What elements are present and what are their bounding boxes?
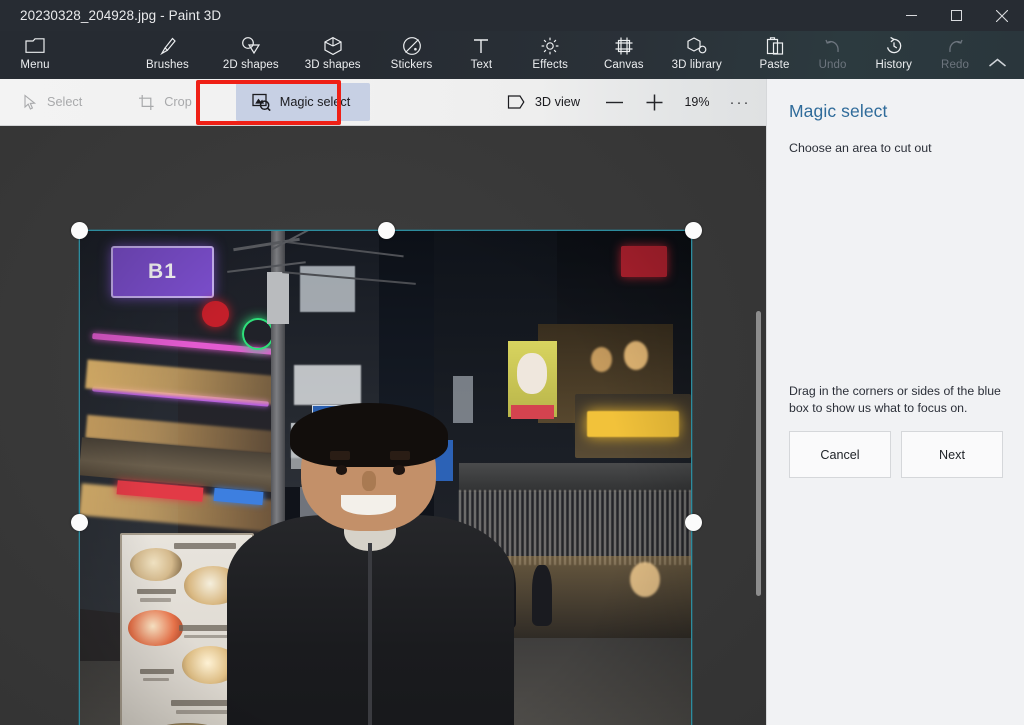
ribbon-item-menu[interactable]: Menu: [12, 31, 58, 79]
ribbon-label-history: History: [875, 59, 912, 71]
ribbon-label-brushes: Brushes: [146, 59, 189, 71]
effects-icon: [540, 35, 560, 57]
ribbon-item-history[interactable]: History: [868, 31, 920, 79]
selection-handle-top-right[interactable]: [685, 222, 702, 239]
paste-icon: [766, 35, 784, 57]
ribbon-item-undo: Undo: [810, 31, 856, 79]
redo-icon: [945, 35, 965, 57]
next-button[interactable]: Next: [901, 431, 1003, 478]
ribbon-item-canvas[interactable]: Canvas: [596, 31, 652, 79]
select-label: Select: [47, 95, 83, 109]
undo-icon: [823, 35, 843, 57]
magic-select-button[interactable]: Magic select: [235, 83, 371, 121]
canvas-area[interactable]: B1: [0, 126, 766, 725]
more-options-button[interactable]: ···: [720, 84, 760, 120]
brush-icon: [157, 35, 177, 57]
ribbon-label-canvas: Canvas: [604, 59, 644, 71]
panel-hint: Drag in the corners or sides of the blue…: [789, 384, 1001, 415]
zoom-percentage[interactable]: 19%: [674, 95, 720, 109]
panel-title: Magic select: [789, 101, 888, 121]
ribbon-label-3d-shapes: 3D shapes: [304, 59, 361, 71]
minimize-button[interactable]: [889, 0, 934, 31]
ribbon-label-effects: Effects: [532, 59, 569, 71]
ribbon-label-menu: Menu: [20, 59, 50, 71]
2d-shapes-icon: [240, 35, 262, 57]
maximize-button[interactable]: [934, 0, 979, 31]
ribbon-collapse-button[interactable]: [978, 31, 1016, 79]
window-controls: [889, 0, 1024, 31]
ribbon-item-3d-library[interactable]: 3D library: [664, 31, 730, 79]
tool-options-bar: Select Crop Magic select 3D view 19% ···: [0, 79, 766, 126]
ribbon-item-brushes[interactable]: Brushes: [138, 31, 197, 79]
panel-buttons: Cancel Next: [789, 431, 1003, 478]
3d-shapes-icon: [323, 35, 343, 57]
zoom-in-button[interactable]: [634, 84, 674, 120]
select-cursor-icon: [22, 93, 38, 111]
crop-button[interactable]: Crop: [124, 84, 206, 120]
ribbon-label-text: Text: [470, 59, 493, 71]
ribbon-item-2d-shapes[interactable]: 2D shapes: [215, 31, 287, 79]
ribbon-item-text[interactable]: Text: [458, 31, 504, 79]
3d-view-icon: [507, 94, 526, 110]
select-button[interactable]: Select: [8, 84, 96, 120]
menu-icon: [25, 35, 45, 57]
ribbon-item-stickers[interactable]: Stickers: [383, 31, 441, 79]
ribbon-item-paste[interactable]: Paste: [752, 31, 798, 79]
canvas-photo: B1: [80, 231, 691, 725]
paint3d-window: 20230328_204928.jpg - Paint 3D Menu Brus…: [0, 0, 1024, 725]
window-title: 20230328_204928.jpg - Paint 3D: [20, 8, 222, 23]
chevron-up-icon: [988, 52, 1007, 74]
selection-handle-middle-left[interactable]: [71, 514, 88, 531]
vertical-scrollbar[interactable]: [756, 311, 761, 596]
stickers-icon: [402, 35, 422, 57]
history-icon: [884, 35, 904, 57]
ribbon-item-3d-shapes[interactable]: 3D shapes: [297, 31, 369, 79]
selection-handle-top-center[interactable]: [378, 222, 395, 239]
ribbon-label-undo: Undo: [818, 59, 847, 71]
title-bar: 20230328_204928.jpg - Paint 3D: [0, 0, 1024, 31]
3d-view-label: 3D view: [534, 95, 580, 109]
ribbon-label-paste: Paste: [759, 59, 790, 71]
canvas-icon: [614, 35, 634, 57]
ribbon-label-2d-shapes: 2D shapes: [222, 59, 279, 71]
crop-label: Crop: [164, 95, 192, 109]
selection-handle-top-left[interactable]: [71, 222, 88, 239]
crop-icon: [138, 94, 155, 111]
close-button[interactable]: [979, 0, 1024, 31]
3d-view-button[interactable]: 3D view: [493, 84, 594, 120]
ribbon-item-effects[interactable]: Effects: [524, 31, 576, 79]
ribbon-toolbar: Menu Brushes 2D shapes 3D shapes Sticker…: [0, 31, 1024, 79]
panel-subtitle: Choose an area to cut out: [789, 141, 932, 155]
ribbon-label-3d-library: 3D library: [671, 59, 722, 71]
zoom-controls: 19% ···: [594, 84, 766, 120]
text-icon: [472, 35, 490, 57]
3d-library-icon: [686, 35, 708, 57]
ribbon-label-redo: Redo: [941, 59, 969, 71]
ribbon-item-redo: Redo: [932, 31, 978, 79]
magic-select-icon: [252, 93, 271, 111]
magic-select-label: Magic select: [279, 95, 351, 109]
cancel-button[interactable]: Cancel: [789, 431, 891, 478]
selection-handle-middle-right[interactable]: [685, 514, 702, 531]
zoom-out-button[interactable]: [594, 84, 634, 120]
magic-select-selection-box[interactable]: B1: [71, 222, 702, 725]
ribbon-label-stickers: Stickers: [390, 59, 433, 71]
magic-select-panel: Magic select Choose an area to cut out D…: [766, 79, 1024, 725]
